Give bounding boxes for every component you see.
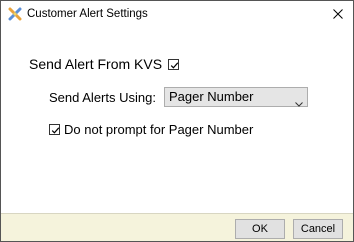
dialog-window: Customer Alert Settings Send Alert From … (0, 0, 354, 242)
send-alerts-using-value: Pager Number (168, 89, 254, 104)
send-alerts-using-row: Send Alerts Using: Pager Number (49, 87, 308, 107)
kvs-app-icon (8, 7, 22, 21)
dialog-content: Send Alert From KVS Send Alerts Using: P… (1, 28, 353, 213)
send-alert-from-kvs-checkbox[interactable] (168, 58, 180, 70)
checkmark-icon (51, 127, 60, 134)
send-alerts-using-select[interactable]: Pager Number (163, 87, 308, 107)
send-alert-from-kvs-row: Send Alert From KVS (29, 56, 180, 72)
no-prompt-pager-checkbox[interactable] (49, 124, 60, 135)
close-button[interactable] (323, 1, 353, 28)
send-alert-from-kvs-label: Send Alert From KVS (29, 56, 163, 72)
no-prompt-pager-label: Do not prompt for Pager Number (64, 122, 254, 137)
no-prompt-pager-row: Do not prompt for Pager Number (49, 122, 253, 137)
ok-button[interactable]: OK (235, 219, 285, 239)
close-icon (333, 6, 343, 24)
title-bar: Customer Alert Settings (1, 1, 353, 28)
window-title: Customer Alert Settings (27, 8, 148, 20)
cancel-button[interactable]: Cancel (293, 219, 343, 239)
chevron-down-icon (295, 94, 303, 112)
dialog-footer: OK Cancel (1, 213, 353, 241)
send-alerts-using-label: Send Alerts Using: (49, 89, 156, 105)
checkmark-icon (170, 61, 179, 69)
